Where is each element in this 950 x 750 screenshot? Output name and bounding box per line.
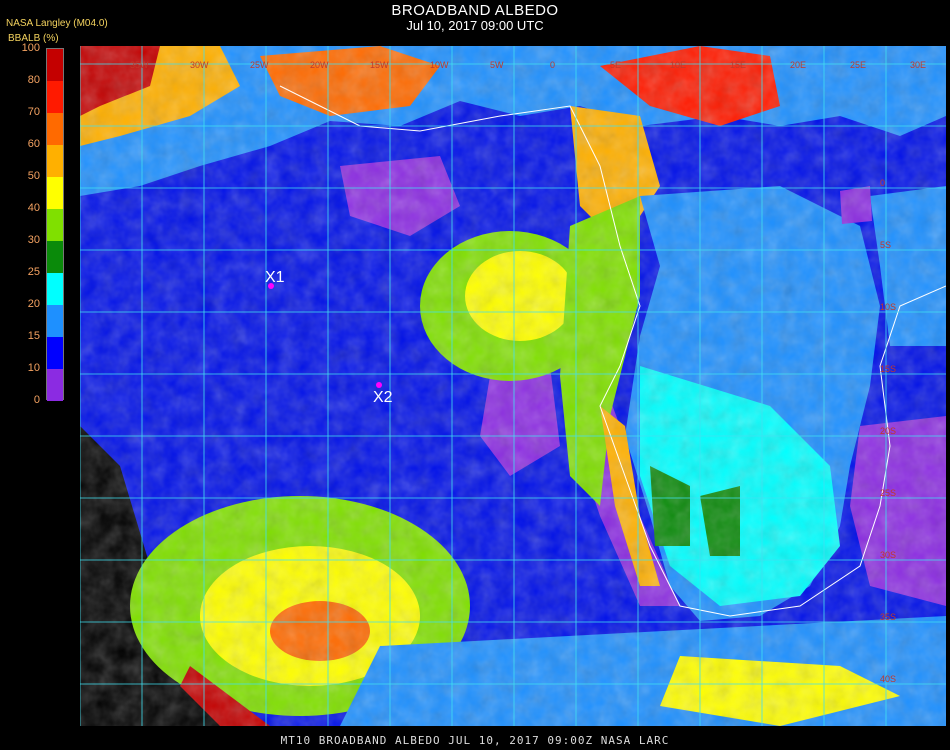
longitude-label: 20E [790,60,806,70]
marker-label-x1: X1 [265,269,285,286]
chart-title: BROADBAND ALBEDO [391,2,559,19]
colorbar-band [47,49,63,81]
latitude-label: 25S [880,488,896,498]
colorbar-band [47,337,63,369]
longitude-label: 5E [610,60,621,70]
colorbar-tick-label: 40 [27,202,40,214]
colorbar-tick-label: 50 [27,170,40,182]
latitude-label: 35S [880,612,896,622]
longitude-label: 25E [850,60,866,70]
marker-label-x2: X2 [373,389,393,406]
colorbar-band [47,369,63,401]
chart-subtitle: Jul 10, 2017 09:00 UTC [406,18,544,33]
latitude-label: 0 [880,178,885,188]
marker-dot-x2 [376,382,382,388]
satellite-map: 35W 30W 25W 20W 15W 10W 5W 0 5E 10E 15E 20E 25E 30E 35… [80,46,946,726]
colorbar [46,48,64,401]
longitude-label: 5W [490,60,504,70]
colorbar-band [47,81,63,113]
colorbar-tick-label: 60 [27,138,40,150]
colorbar-tick-label: 80 [27,74,40,86]
latitude-label: 5S [880,240,891,250]
longitude-label: 0 [550,60,555,70]
colorbar-tick-label: 10 [27,362,40,374]
latitude-label: 20S [880,426,896,436]
texture-overlay [80,46,946,726]
colorbar-band [47,177,63,209]
longitude-label: 35W [130,60,149,70]
colorbar-tick-label: 0 [33,394,40,406]
colorbar-tick-label: 20 [27,298,40,310]
colorbar-tick-label: 30 [27,234,40,246]
longitude-label: 30E [910,60,926,70]
longitude-label: 30W [190,60,209,70]
colorbar-tick-label: 70 [27,106,40,118]
longitude-label: 15W [370,60,389,70]
latitude-label: 10S [880,302,896,312]
colorbar-band [47,113,63,145]
longitude-label: 25W [250,60,269,70]
latitude-label: 40S [880,674,896,684]
longitude-label: 10W [430,60,449,70]
source-label: NASA Langley (M04.0) [6,18,108,29]
longitude-label: 15E [730,60,746,70]
longitude-label: 10E [670,60,686,70]
latitude-label: 15S [880,364,896,374]
colorbar-band [47,305,63,337]
colorbar-band [47,145,63,177]
colorbar-tick-label: 25 [27,266,40,278]
latitude-label: 30S [880,550,896,560]
colorbar-band [47,273,63,305]
colorbar-tick-label: 15 [27,330,40,342]
longitude-label: 20W [310,60,329,70]
colorbar-band [47,241,63,273]
colorbar-band [47,209,63,241]
colorbar-tick-label: 100 [21,42,40,54]
footer-caption: MT10 BROADBAND ALBEDO JUL 10, 2017 09:00… [280,734,670,747]
